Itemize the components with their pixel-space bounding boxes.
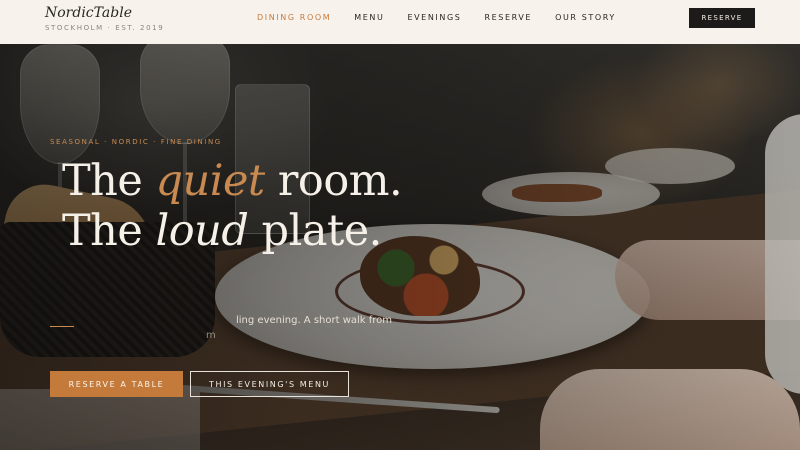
brand-tagline: STOCKHOLM · EST. 2019 [45,24,165,32]
reserve-table-button[interactable]: RESERVE A TABLE [50,371,183,397]
nav-item-dining-room[interactable]: DINING ROOM [257,13,331,23]
main-nav: DINING ROOM MENU EVENINGS RESERVE OUR ST… [257,13,639,23]
headline-line-2: The loud plate. [62,206,382,256]
hero-description: ling evening. A short walk from m [206,315,393,341]
site-header: NordicTable STOCKHOLM · EST. 2019 DINING… [0,0,800,44]
hero-eyebrow: SEASONAL · NORDIC · FINE DINING [50,138,222,146]
header-reserve-button[interactable]: RESERVE [689,8,755,28]
brand-name: NordicTable [45,5,132,21]
hero-divider [50,326,74,327]
nav-item-reserve[interactable]: RESERVE [484,13,532,23]
evening-menu-button[interactable]: THIS EVENING'S MENU [190,371,349,397]
nav-item-evenings[interactable]: EVENINGS [407,13,461,23]
nav-item-our-story[interactable]: OUR STORY [555,13,616,23]
hero-headline: The quiet room. The loud plate. [62,156,403,256]
headline-line-1: The quiet room. [62,156,403,206]
nav-item-menu[interactable]: MENU [354,13,384,23]
brand-logo[interactable]: NordicTable STOCKHOLM · EST. 2019 [45,5,164,32]
